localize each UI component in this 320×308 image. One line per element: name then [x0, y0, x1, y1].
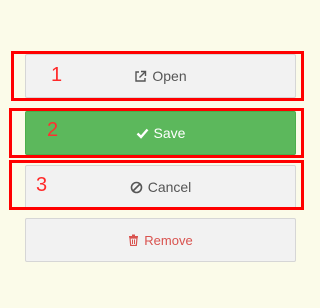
remove-button-label: Remove	[144, 232, 193, 248]
ban-icon	[130, 181, 143, 194]
cancel-button[interactable]: Cancel	[25, 165, 296, 209]
open-button[interactable]: Open	[25, 54, 296, 98]
save-button[interactable]: Save	[25, 111, 296, 155]
save-button-label: Save	[153, 125, 186, 141]
annotation-number-2: 2	[47, 119, 59, 141]
remove-button[interactable]: Remove	[25, 218, 296, 262]
cancel-button-label: Cancel	[147, 179, 192, 195]
check-icon	[136, 128, 149, 139]
annotation-number-1: 1	[51, 64, 63, 86]
trash-icon	[128, 234, 139, 246]
external-link-icon	[134, 70, 147, 83]
annotation-number-3: 3	[36, 174, 48, 196]
open-button-label: Open	[152, 68, 187, 84]
